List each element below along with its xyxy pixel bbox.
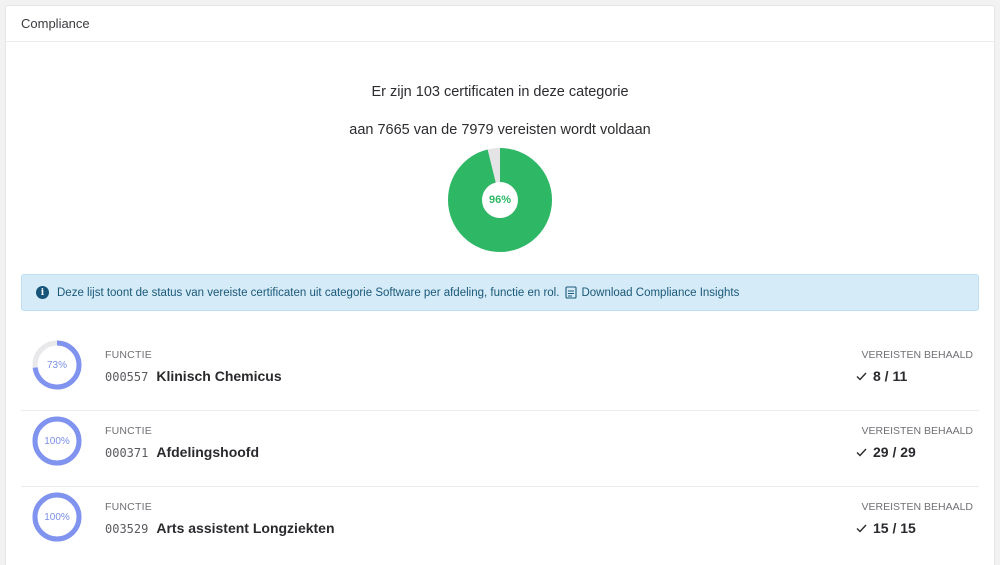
compliance-summary: Er zijn 103 certificaten in deze categor… (6, 84, 994, 252)
requirements-count: 29 / 29 (873, 444, 916, 460)
requirements-label: VEREISTEN BEHAALD (861, 425, 973, 437)
row-type-label: FUNCTIE (105, 425, 152, 437)
requirements-value: 8 / 11 (856, 368, 907, 384)
row-type-label: FUNCTIE (105, 501, 152, 513)
progress-ring-label: 100% (44, 511, 70, 523)
function-name[interactable]: Afdelingshoofd (156, 444, 259, 460)
progress-ring: 73% (31, 339, 83, 391)
requirements-label: VEREISTEN BEHAALD (861, 501, 973, 513)
function-code: 000557 (105, 370, 149, 384)
requirements-met-text: aan 7665 van de 7979 vereisten wordt vol… (349, 122, 651, 138)
checkmark-icon (856, 448, 867, 457)
requirements-count: 15 / 15 (873, 520, 916, 536)
requirements-value: 29 / 29 (856, 444, 916, 460)
checkmark-icon (856, 372, 867, 381)
row-title: 000557 Klinisch Chemicus (105, 368, 282, 384)
function-code: 000371 (105, 446, 149, 460)
compliance-donut-chart: 96% (448, 148, 552, 252)
requirements-value: 15 / 15 (856, 520, 916, 536)
progress-ring-label: 100% (44, 435, 70, 447)
info-banner: i Deze lijst toont de status van vereist… (21, 274, 979, 311)
progress-ring: 100% (31, 415, 83, 467)
donut-percent-label: 96% (488, 194, 512, 206)
csv-download-icon (565, 286, 577, 299)
info-icon: i (36, 286, 49, 299)
checkmark-icon (856, 524, 867, 533)
function-code: 003529 (105, 522, 149, 536)
certificates-count-text: Er zijn 103 certificaten in deze categor… (371, 84, 629, 100)
row-type-label: FUNCTIE (105, 349, 152, 361)
function-row[interactable]: 100% FUNCTIE 000371 Afdelingshoofd VEREISTEN… (21, 411, 979, 487)
compliance-panel: Compliance Er zijn 103 certificaten in d… (5, 5, 995, 565)
function-name[interactable]: Klinisch Chemicus (156, 368, 281, 384)
function-list: 73% FUNCTIE 000557 Klinisch Chemicus VEREIST… (21, 335, 979, 563)
download-compliance-insights-link[interactable]: Download Compliance Insights (565, 286, 739, 299)
requirements-label: VEREISTEN BEHAALD (861, 349, 973, 361)
function-name[interactable]: Arts assistent Longziekten (156, 520, 334, 536)
function-row[interactable]: 100% FUNCTIE 003529 Arts assistent Longziek… (21, 487, 979, 563)
download-link-label: Download Compliance Insights (581, 286, 740, 299)
progress-ring-label: 73% (46, 359, 67, 371)
function-row[interactable]: 73% FUNCTIE 000557 Klinisch Chemicus VEREIST… (21, 335, 979, 411)
row-title: 000371 Afdelingshoofd (105, 444, 259, 460)
info-text: Deze lijst toont de status van vereiste … (57, 286, 560, 299)
progress-ring: 100% (31, 491, 83, 543)
panel-header: Compliance (6, 6, 994, 42)
row-title: 003529 Arts assistent Longziekten (105, 520, 335, 536)
panel-title: Compliance (21, 16, 90, 31)
requirements-count: 8 / 11 (873, 368, 908, 384)
